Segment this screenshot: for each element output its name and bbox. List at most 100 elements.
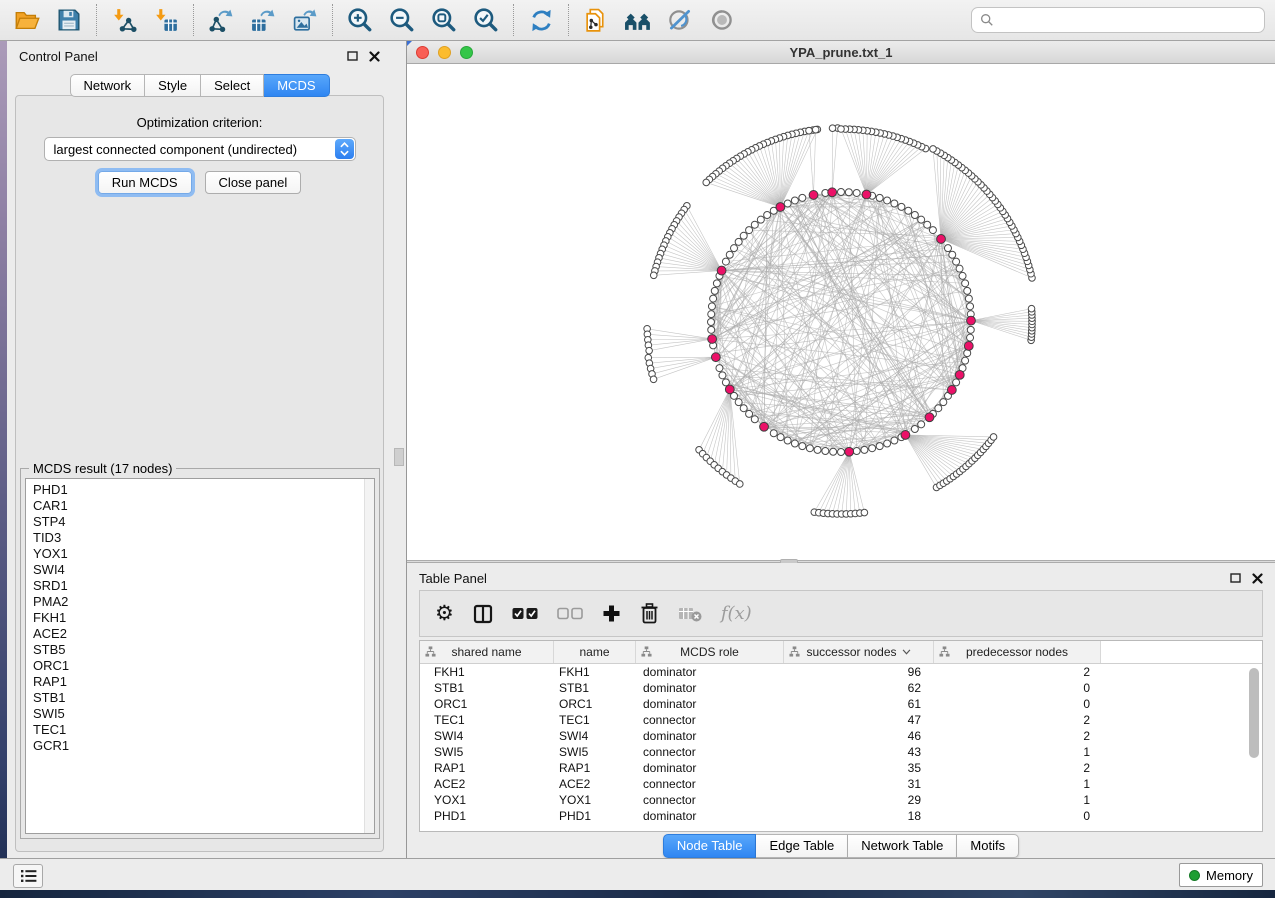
mcds-result-item[interactable]: YOX1 xyxy=(33,546,374,562)
table-cell[interactable]: 1 xyxy=(934,792,1101,808)
table-cell[interactable]: PHD1 xyxy=(420,808,554,824)
table-cell[interactable]: 2 xyxy=(934,728,1101,744)
table-cell[interactable]: RAP1 xyxy=(554,760,636,776)
column-header-MCDS-role[interactable]: MCDS role xyxy=(636,641,784,663)
table-cell[interactable]: 2 xyxy=(934,712,1101,728)
table-cell[interactable]: 96 xyxy=(784,664,934,680)
search-input[interactable] xyxy=(1000,12,1256,29)
mcds-result-item[interactable]: ACE2 xyxy=(33,626,374,642)
mcds-result-item[interactable]: PHD1 xyxy=(33,482,374,498)
table-cell[interactable]: STB1 xyxy=(420,680,554,696)
table-cell[interactable]: 1 xyxy=(934,776,1101,792)
mcds-result-item[interactable]: STB1 xyxy=(33,690,374,706)
table-cell[interactable]: TEC1 xyxy=(420,712,554,728)
export-table-icon[interactable] xyxy=(246,3,280,37)
network-overview-icon[interactable] xyxy=(621,3,655,37)
import-network-icon[interactable] xyxy=(107,3,141,37)
mcds-result-item[interactable]: SWI5 xyxy=(33,706,374,722)
hide-graphics-details-icon[interactable] xyxy=(663,3,697,37)
deselect-all-icon[interactable] xyxy=(557,607,583,620)
table-cell[interactable]: dominator xyxy=(636,728,784,744)
mcds-list-scrollbar[interactable] xyxy=(364,479,374,833)
select-all-icon[interactable] xyxy=(512,607,538,620)
table-cell[interactable]: 0 xyxy=(934,680,1101,696)
tab-style[interactable]: Style xyxy=(145,74,201,97)
mcds-result-item[interactable]: TEC1 xyxy=(33,722,374,738)
table-options-gear-icon[interactable]: ⚙ xyxy=(435,603,454,624)
mcds-result-item[interactable]: ORC1 xyxy=(33,658,374,674)
table-cell[interactable]: 43 xyxy=(784,744,934,760)
add-column-icon[interactable] xyxy=(602,604,621,623)
table-tab-motifs[interactable]: Motifs xyxy=(957,834,1019,858)
zoom-fit-icon[interactable] xyxy=(427,3,461,37)
table-cell[interactable]: SWI4 xyxy=(420,728,554,744)
table-cell[interactable]: dominator xyxy=(636,680,784,696)
table-cell[interactable]: ACE2 xyxy=(420,776,554,792)
table-row[interactable]: TEC1TEC1connector472 xyxy=(420,712,1262,728)
table-row[interactable]: ACE2ACE2connector311 xyxy=(420,776,1262,792)
table-cell[interactable]: YOX1 xyxy=(420,792,554,808)
run-mcds-button[interactable]: Run MCDS xyxy=(98,171,192,194)
table-row[interactable]: SWI4SWI4dominator462 xyxy=(420,728,1262,744)
table-cell[interactable]: 0 xyxy=(934,696,1101,712)
table-tab-node-table[interactable]: Node Table xyxy=(663,834,757,858)
table-cell[interactable]: dominator xyxy=(636,664,784,680)
column-header-successor-nodes[interactable]: successor nodes xyxy=(784,641,934,663)
mcds-result-item[interactable]: RAP1 xyxy=(33,674,374,690)
save-session-icon[interactable] xyxy=(52,3,86,37)
mcds-result-item[interactable]: STB5 xyxy=(33,642,374,658)
table-cell[interactable]: 2 xyxy=(934,760,1101,776)
table-cell[interactable]: SWI5 xyxy=(420,744,554,760)
table-cell[interactable]: ORC1 xyxy=(420,696,554,712)
column-header-name[interactable]: name xyxy=(554,641,636,663)
table-cell[interactable]: 35 xyxy=(784,760,934,776)
table-cell[interactable]: 47 xyxy=(784,712,934,728)
mcds-result-item[interactable]: SWI4 xyxy=(33,562,374,578)
table-row[interactable]: FKH1FKH1dominator962 xyxy=(420,664,1262,680)
column-header-shared-name[interactable]: shared name xyxy=(420,641,554,663)
mcds-result-item[interactable]: GCR1 xyxy=(33,738,374,754)
memory-button[interactable]: Memory xyxy=(1179,863,1263,887)
table-cell[interactable]: 18 xyxy=(784,808,934,824)
tab-network[interactable]: Network xyxy=(69,74,145,97)
table-row[interactable]: ORC1ORC1dominator610 xyxy=(420,696,1262,712)
close-window-icon[interactable] xyxy=(416,46,429,59)
zoom-selected-icon[interactable] xyxy=(469,3,503,37)
zoom-in-icon[interactable] xyxy=(343,3,377,37)
table-cell[interactable]: FKH1 xyxy=(554,664,636,680)
table-cell[interactable]: 2 xyxy=(934,664,1101,680)
close-panel-icon[interactable] xyxy=(369,51,380,62)
table-cell[interactable]: 1 xyxy=(934,744,1101,760)
table-cell[interactable]: PHD1 xyxy=(554,808,636,824)
network-canvas[interactable] xyxy=(407,64,1275,560)
table-cell[interactable]: TEC1 xyxy=(554,712,636,728)
node-table[interactable]: shared namenameMCDS rolesuccessor nodesp… xyxy=(419,640,1263,832)
table-cell[interactable]: connector xyxy=(636,792,784,808)
mcds-result-item[interactable]: CAR1 xyxy=(33,498,374,514)
network-graph[interactable] xyxy=(407,64,1275,560)
table-cell[interactable]: dominator xyxy=(636,808,784,824)
table-cell[interactable]: dominator xyxy=(636,696,784,712)
mcds-result-item[interactable]: PMA2 xyxy=(33,594,374,610)
table-cell[interactable]: connector xyxy=(636,712,784,728)
apply-function-icon[interactable]: f(x) xyxy=(721,603,752,624)
table-cell[interactable]: RAP1 xyxy=(420,760,554,776)
table-cell[interactable]: ACE2 xyxy=(554,776,636,792)
network-window-titlebar[interactable]: YPA_prune.txt_1 xyxy=(407,41,1275,64)
tab-select[interactable]: Select xyxy=(201,74,264,97)
close-panel-icon[interactable] xyxy=(1252,573,1263,584)
mcds-result-list[interactable]: PHD1CAR1STP4TID3YOX1SWI4SRD1PMA2FKH1ACE2… xyxy=(25,478,375,834)
mcds-result-item[interactable]: TID3 xyxy=(33,530,374,546)
float-panel-icon[interactable] xyxy=(347,51,358,61)
minimize-window-icon[interactable] xyxy=(438,46,451,59)
refresh-icon[interactable] xyxy=(524,3,558,37)
table-cell[interactable]: ORC1 xyxy=(554,696,636,712)
table-cell[interactable]: connector xyxy=(636,776,784,792)
tab-mcds[interactable]: MCDS xyxy=(264,74,329,97)
vertical-splitter-handle[interactable] xyxy=(394,448,404,466)
close-panel-button[interactable]: Close panel xyxy=(205,171,302,194)
mcds-result-item[interactable]: SRD1 xyxy=(33,578,374,594)
table-cell[interactable]: FKH1 xyxy=(420,664,554,680)
float-panel-icon[interactable] xyxy=(1230,573,1241,583)
table-row[interactable]: STB1STB1dominator620 xyxy=(420,680,1262,696)
